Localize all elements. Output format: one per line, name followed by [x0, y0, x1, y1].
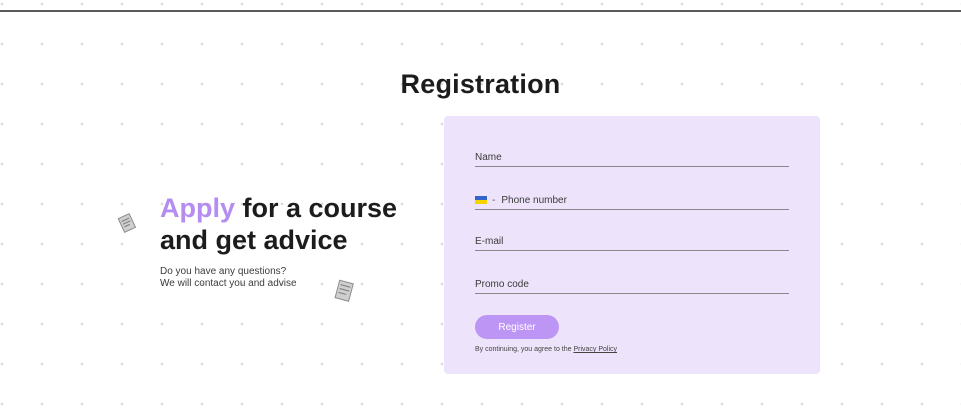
promo-code-field[interactable]: Promo code — [475, 275, 789, 294]
promo-code-placeholder: Promo code — [475, 278, 529, 290]
promo-block: Apply for a course and get advice Do you… — [160, 192, 397, 290]
headline-rest: for a course — [235, 193, 398, 223]
page-title: Registration — [400, 69, 561, 100]
phone-prefix: - — [492, 194, 496, 206]
subtext-line1: Do you have any questions? — [160, 266, 287, 277]
register-button[interactable]: Register — [475, 315, 559, 339]
email-field[interactable]: E-mail — [475, 232, 789, 251]
document-icon — [117, 211, 139, 234]
subtext-line2: We will contact you and advise — [160, 278, 297, 289]
name-placeholder: Name — [475, 151, 502, 163]
promo-headline: Apply for a course and get advice — [160, 192, 397, 256]
legal-notice: By continuing, you agree to the Privacy … — [475, 346, 617, 353]
name-field[interactable]: Name — [475, 148, 789, 167]
headline-line2: and get advice — [160, 225, 348, 255]
promo-subtext: Do you have any questions? We will conta… — [160, 266, 397, 290]
email-placeholder: E-mail — [475, 235, 504, 247]
legal-text: By continuing, you agree to the — [475, 346, 574, 353]
top-divider — [0, 10, 961, 12]
privacy-policy-link[interactable]: Privacy Policy — [573, 346, 617, 353]
phone-placeholder: Phone number — [501, 194, 567, 206]
ukraine-flag-icon[interactable] — [475, 196, 487, 204]
phone-field[interactable]: - Phone number — [475, 191, 789, 210]
registration-form: Name - Phone number E-mail Promo code Re… — [444, 116, 820, 374]
headline-accent: Apply — [160, 193, 236, 223]
